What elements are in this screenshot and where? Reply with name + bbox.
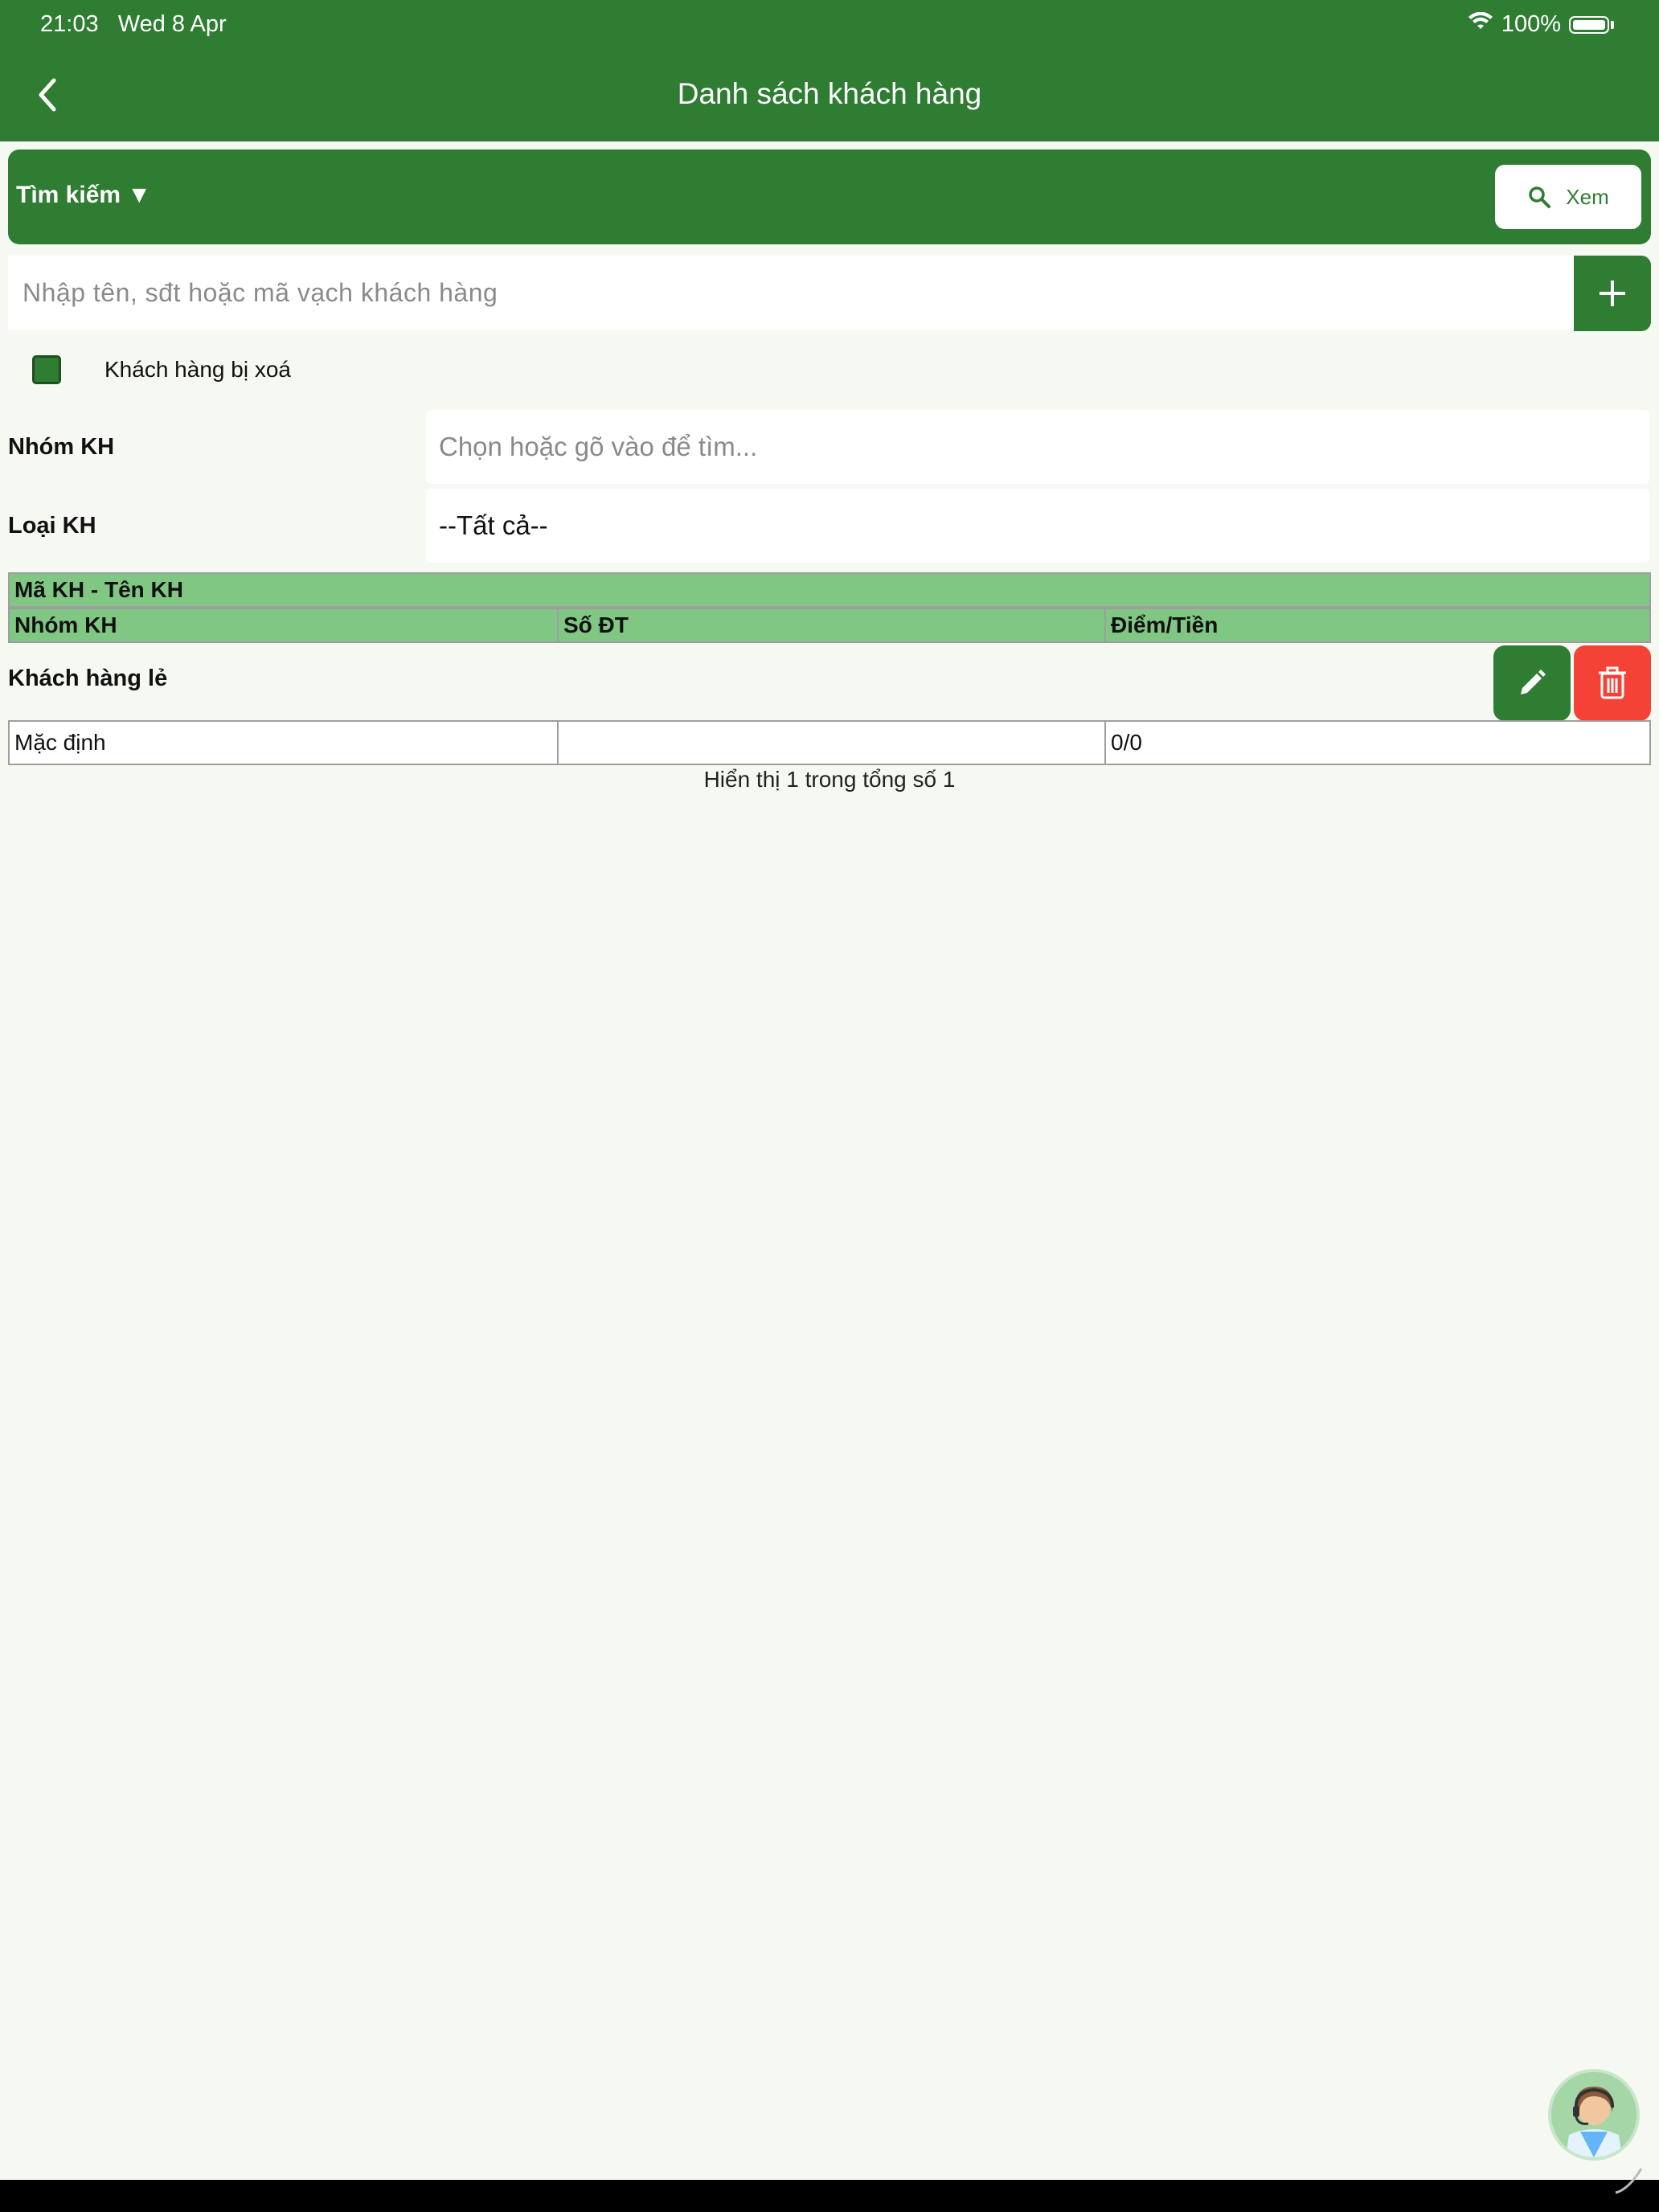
status-indicators: 100% (1468, 11, 1614, 38)
search-icon (1529, 186, 1551, 208)
view-button-label: Xem (1566, 184, 1609, 209)
bottom-bar (0, 2180, 1659, 2212)
deleted-customers-label: Khách hàng bị xoá (104, 357, 291, 382)
deleted-customers-checkbox[interactable] (32, 355, 61, 384)
delete-customer-button[interactable] (1574, 645, 1651, 721)
cell-group: Mặc định (14, 730, 106, 755)
table-row[interactable]: Mặc định 0/0 (8, 720, 1651, 765)
edit-customer-button[interactable] (1493, 645, 1571, 721)
battery-nub (1611, 20, 1614, 29)
group-label: Nhóm KH (8, 434, 115, 460)
header-points: Điểm/Tiền (1104, 609, 1649, 641)
table-header-row-2: Nhóm KH Số ĐT Điểm/Tiền (8, 608, 1651, 643)
app-header (0, 0, 1659, 141)
view-button[interactable]: Xem (1495, 165, 1641, 229)
support-agent-button[interactable] (1548, 2069, 1640, 2161)
resize-handle-icon (1615, 2168, 1643, 2194)
header-phone: Số ĐT (557, 609, 1104, 641)
status-date: Wed 8 Apr (117, 11, 227, 37)
trash-icon (1599, 666, 1626, 699)
cell-phone (557, 722, 1104, 764)
status-time: 21:03 Wed 8 Apr (40, 11, 227, 38)
cell-points: 0/0 (1104, 722, 1649, 764)
status-clock: 21:03 (40, 11, 99, 37)
customer-name[interactable]: Khách hàng lẻ (8, 666, 167, 692)
pagination-summary: Hiển thị 1 trong tổng số 1 (703, 767, 956, 792)
header-code-name: Mã KH - Tên KH (14, 577, 183, 602)
pencil-icon (1521, 670, 1546, 694)
type-select[interactable]: --Tất cả-- (426, 489, 1649, 563)
header-group: Nhóm KH (14, 612, 117, 637)
wifi-icon (1468, 11, 1493, 38)
add-customer-button[interactable] (1574, 256, 1651, 331)
table-header-row-1: Mã KH - Tên KH (8, 572, 1651, 608)
search-panel (8, 150, 1651, 244)
plus-icon (1600, 281, 1625, 306)
group-field[interactable]: Chọn hoặc gõ vào để tìm... (426, 410, 1649, 484)
page-title: Danh sách khách hàng (677, 77, 982, 110)
battery-icon (1569, 15, 1609, 34)
support-agent-icon (1551, 2072, 1636, 2157)
battery-percent: 100% (1501, 11, 1561, 37)
search-toggle[interactable]: Tìm kiếm ▼ (16, 182, 151, 209)
customer-search-input[interactable] (8, 256, 1574, 330)
type-label: Loại KH (8, 513, 96, 539)
